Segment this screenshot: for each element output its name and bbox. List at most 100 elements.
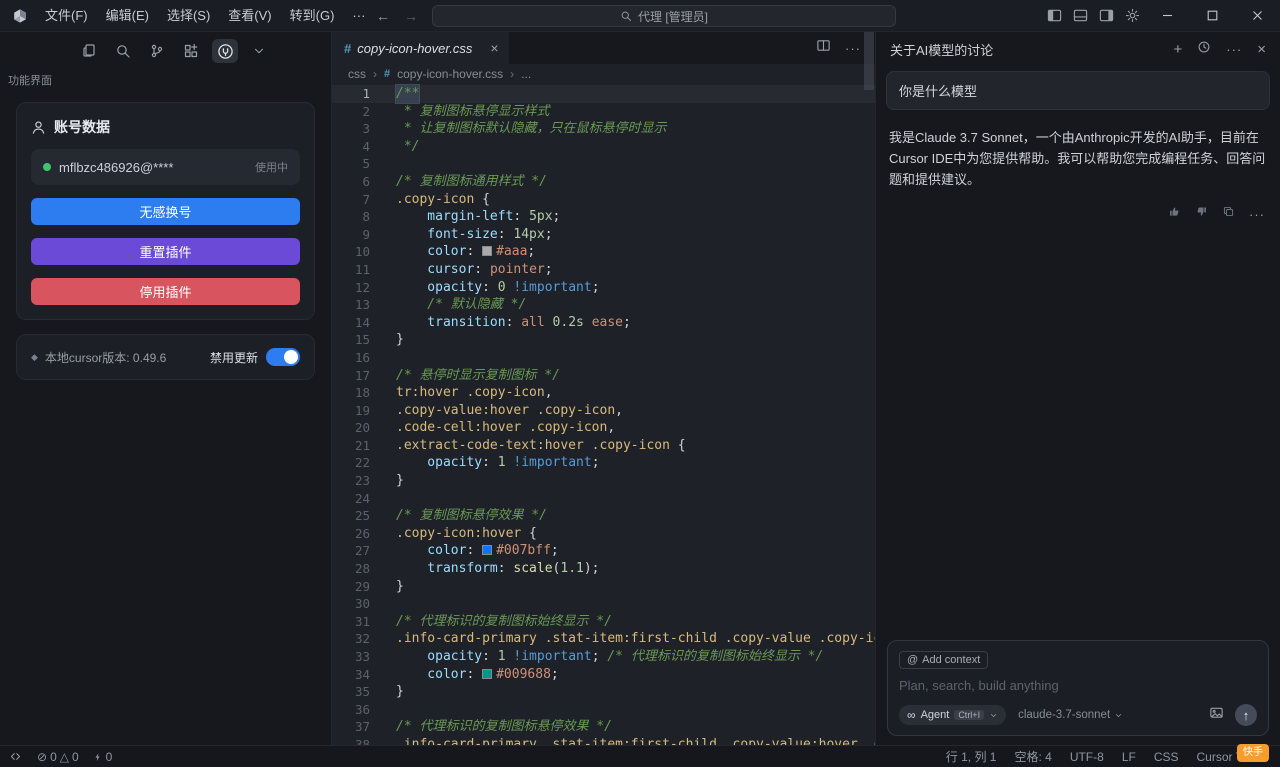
code-line[interactable]: 36 [332, 701, 875, 719]
code-line[interactable]: 19 .copy-value:hover .copy-icon, [332, 402, 875, 420]
chat-input-box[interactable]: @ Add context Plan, search, build anythi… [887, 640, 1269, 736]
editor-more-icon[interactable]: ··· [845, 41, 861, 56]
code-line[interactable]: 31 /* 代理标识的复制图标始终显示 */ [332, 613, 875, 631]
breadcrumb-folder[interactable]: css [348, 67, 366, 81]
disable-plugin-button[interactable]: 停用插件 [31, 278, 300, 305]
agent-mode-selector[interactable]: ∞ Agent Ctrl+I [899, 705, 1007, 725]
code-line[interactable]: 14 transition: all 0.2s ease; [332, 314, 875, 332]
code-line[interactable]: 12 opacity: 0 !important; [332, 279, 875, 297]
indentation[interactable]: 空格: 4 [1005, 748, 1060, 765]
code-line[interactable]: 9 font-size: 14px; [332, 226, 875, 244]
code-line[interactable]: 10 color: #aaa; [332, 243, 875, 261]
language-mode[interactable]: CSS [1145, 750, 1188, 764]
search-view-icon[interactable] [110, 39, 136, 63]
code-line[interactable]: 34 color: #009688; [332, 666, 875, 684]
new-chat-icon[interactable]: + [1173, 41, 1182, 58]
source-control-icon[interactable] [144, 39, 170, 63]
code-line[interactable]: 8 margin-left: 5px; [332, 208, 875, 226]
color-swatch[interactable] [482, 668, 493, 679]
code-area[interactable]: 1/** 2 * 复制图标悬停显示样式 3 * 让复制图标默认隐藏，只在鼠标悬停时显… [332, 84, 875, 745]
chevron-down-icon[interactable] [246, 39, 272, 63]
color-swatch[interactable] [482, 545, 493, 556]
thumbs-down-icon[interactable] [1195, 205, 1208, 223]
eol-sequence[interactable]: LF [1113, 750, 1145, 764]
chat-input-placeholder[interactable]: Plan, search, build anything [899, 678, 1257, 693]
code-line[interactable]: 13 /* 默认隐藏 */ [332, 296, 875, 314]
color-swatch[interactable] [482, 246, 493, 257]
chat-more-icon[interactable]: ··· [1226, 42, 1242, 57]
nav-forward-icon[interactable]: → [404, 8, 418, 24]
settings-gear-icon[interactable] [1119, 0, 1145, 32]
copy-message-icon[interactable] [1222, 205, 1235, 223]
encoding[interactable]: UTF-8 [1061, 750, 1113, 764]
code-line[interactable]: 23} [332, 472, 875, 490]
code-line[interactable]: 18 tr:hover .copy-icon, [332, 384, 875, 402]
nav-back-icon[interactable]: ← [376, 8, 390, 24]
code-line[interactable]: 35} [332, 683, 875, 701]
code-line[interactable]: 26 .copy-icon:hover { [332, 525, 875, 543]
code-line[interactable]: 6 /* 复制图标通用样式 */ [332, 173, 875, 191]
code-line[interactable]: 25 /* 复制图标悬停效果 */ [332, 507, 875, 525]
thumbs-up-icon[interactable] [1168, 205, 1181, 223]
tab-copy-icon-hover[interactable]: # copy-icon-hover.css × [332, 32, 509, 64]
toggle-left-sidebar-icon[interactable] [1041, 0, 1067, 32]
disable-update-toggle[interactable] [266, 348, 300, 366]
code-line[interactable]: 27 color: #007bff; [332, 542, 875, 560]
code-line[interactable]: 32 .info-card-primary .stat-item:first-ch… [332, 630, 875, 648]
explorer-icon[interactable] [76, 39, 102, 63]
code-line[interactable]: 15} [332, 331, 875, 349]
extensions-icon[interactable] [178, 39, 204, 63]
message-more-icon[interactable]: ··· [1249, 207, 1265, 222]
send-button[interactable]: ↑ [1235, 704, 1257, 726]
remote-indicator-icon[interactable] [0, 746, 30, 767]
code-line[interactable]: 24 [332, 490, 875, 508]
code-line[interactable]: 20 .code-cell:hover .copy-icon, [332, 419, 875, 437]
breadcrumb-file[interactable]: copy-icon-hover.css [397, 67, 503, 81]
code-line[interactable]: 3 * 让复制图标默认隐藏，只在鼠标悬停时显示 [332, 120, 875, 138]
window-close-icon[interactable] [1235, 0, 1280, 32]
toggle-right-sidebar-icon[interactable] [1093, 0, 1119, 32]
menu-selection[interactable]: 选择(S) [158, 0, 219, 31]
code-line[interactable]: 1 /** [332, 85, 875, 103]
menu-goto[interactable]: 转到(G) [281, 0, 344, 31]
cursor-position[interactable]: 行 1, 列 1 [937, 748, 1006, 765]
code-line[interactable]: 29} [332, 578, 875, 596]
window-minimize-icon[interactable] [1145, 0, 1190, 32]
code-line[interactable]: 21 .extract-code-text:hover .copy-icon { [332, 437, 875, 455]
add-context-chip[interactable]: @ Add context [899, 651, 989, 669]
model-selector[interactable]: claude-3.7-sonnet [1018, 709, 1123, 721]
problems-indicator[interactable]: ⊘ 0 △ 0 [30, 746, 86, 767]
code-line[interactable]: 4 */ [332, 138, 875, 156]
code-line[interactable]: 2 * 复制图标悬停显示样式 [332, 103, 875, 121]
menu-overflow-icon[interactable]: ··· [343, 0, 374, 31]
code-line[interactable]: 37 /* 代理标识的复制图标悬停效果 */ [332, 718, 875, 736]
code-line[interactable]: 5 [332, 155, 875, 173]
code-line[interactable]: 30 [332, 595, 875, 613]
code-line[interactable]: 28 transform: scale(1.1); [332, 560, 875, 578]
menu-edit[interactable]: 编辑(E) [97, 0, 158, 31]
code-line[interactable]: 7 .copy-icon { [332, 191, 875, 209]
split-editor-icon[interactable] [816, 38, 831, 58]
code-line[interactable]: 11 cursor: pointer; [332, 261, 875, 279]
code-line[interactable]: 38 .info-card-primary .stat-item:first-ch… [332, 736, 875, 745]
code-line[interactable]: 22 opacity: 1 !important; [332, 454, 875, 472]
code-line[interactable]: 33 opacity: 1 !important; /* 代理标识的复制图标始终… [332, 648, 875, 666]
tab-close-icon[interactable]: × [490, 40, 498, 56]
breadcrumb-symbol[interactable]: ... [521, 67, 531, 81]
chat-close-icon[interactable]: × [1257, 41, 1266, 58]
plugin-panel-icon[interactable] [212, 39, 238, 63]
command-search-box[interactable]: 代理 [管理员] [432, 5, 896, 27]
editor-scrollbar[interactable] [864, 32, 874, 90]
chat-history-icon[interactable] [1197, 40, 1211, 58]
switch-account-button[interactable]: 无感换号 [31, 198, 300, 225]
menu-view[interactable]: 查看(V) [219, 0, 280, 31]
code-line[interactable]: 17 /* 悬停时显示复制图标 */ [332, 367, 875, 385]
attach-image-icon[interactable] [1209, 705, 1224, 725]
menu-file[interactable]: 文件(F) [36, 0, 97, 31]
reset-plugin-button[interactable]: 重置插件 [31, 238, 300, 265]
toggle-bottom-panel-icon[interactable] [1067, 0, 1093, 32]
account-email-row[interactable]: mflbzc486926@**** 使用中 [31, 149, 300, 185]
extra-indicator[interactable]: 0 [86, 746, 120, 767]
code-line[interactable]: 16 [332, 349, 875, 367]
window-maximize-icon[interactable] [1190, 0, 1235, 32]
